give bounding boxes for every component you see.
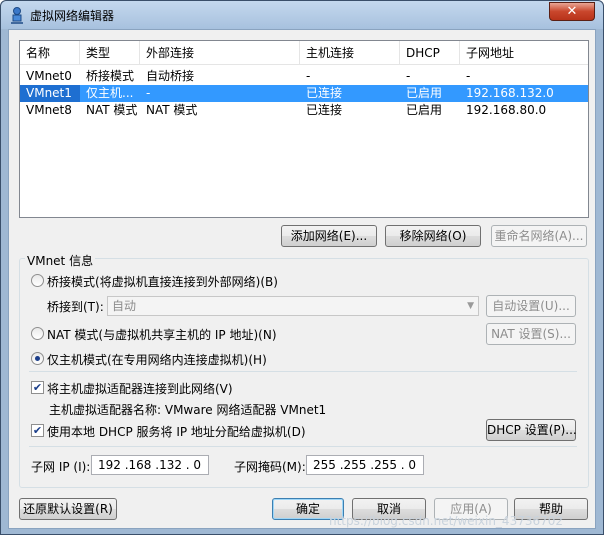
cell-dhcp: - — [406, 69, 411, 83]
restore-defaults-button[interactable]: 还原默认设置(R) — [19, 498, 117, 520]
column-header-external[interactable]: 外部连接 — [140, 41, 300, 65]
connect-adapter-label: 将主机虚拟适配器连接到此网络(V) — [47, 382, 233, 396]
bridge-mode-radio[interactable] — [31, 274, 44, 287]
column-header-subnet[interactable]: 子网地址 — [460, 41, 588, 65]
cell-subnet: - — [466, 69, 471, 83]
bridge-to-value: 自动 — [112, 299, 137, 313]
vmnet-info-label: VMnet 信息 — [25, 252, 96, 269]
column-header-type[interactable]: 类型 — [80, 41, 140, 65]
cell-name: VMnet8 — [26, 103, 72, 117]
close-button[interactable]: ✕ — [549, 2, 595, 21]
separator — [29, 446, 577, 447]
subnet-ip-input[interactable]: 192 .168 .132 . 0 — [91, 455, 209, 475]
table-row[interactable]: VMnet8 NAT 模式 NAT 模式 已连接 已启用 192.168.80.… — [20, 102, 588, 119]
cell-subnet: 192.168.132.0 — [466, 86, 554, 100]
close-icon: ✕ — [566, 4, 578, 19]
add-network-button[interactable]: 添加网络(E)... — [281, 225, 377, 247]
dhcp-settings-button[interactable]: DHCP 设置(P)... — [486, 419, 577, 441]
title-bar[interactable]: 虚拟网络编辑器 ✕ — [1, 1, 603, 29]
dialog-client-area: 名称 类型 外部连接 主机连接 DHCP 子网地址 VMnet0 桥接模式 自动… — [8, 29, 596, 529]
watermark-text: https://blog.csdn.net/weixin_43736702 — [329, 514, 564, 528]
cell-name: VMnet1 — [20, 85, 80, 102]
vmnet-info-group — [19, 258, 589, 488]
cell-type: NAT 模式 — [86, 103, 138, 117]
vmware-network-icon — [11, 7, 23, 24]
column-header-dhcp[interactable]: DHCP — [400, 41, 460, 65]
cell-type: 桥接模式 — [86, 69, 135, 83]
nat-mode-label: NAT 模式(与虚拟机共享主机的 IP 地址)(N) — [47, 328, 277, 342]
cell-subnet: 192.168.80.0 — [466, 103, 547, 117]
bridge-to-select[interactable]: 自动 ▼ — [107, 296, 479, 316]
bridge-to-label: 桥接到(T): — [47, 300, 104, 314]
cell-type: 仅主机... — [86, 86, 134, 100]
host-only-mode-label: 仅主机模式(在专用网络内连接虚拟机)(H) — [47, 353, 267, 367]
network-list[interactable]: 名称 类型 外部连接 主机连接 DHCP 子网地址 VMnet0 桥接模式 自动… — [19, 40, 589, 218]
virtual-network-editor-window: 虚拟网络编辑器 ✕ 名称 类型 外部连接 主机连接 DHCP 子网地址 VMne… — [0, 0, 604, 535]
remove-network-button[interactable]: 移除网络(O) — [385, 225, 481, 247]
subnet-mask-label: 子网掩码(M): — [234, 460, 306, 474]
cell-host: - — [306, 69, 311, 83]
chevron-down-icon: ▼ — [467, 301, 474, 311]
cell-dhcp: 已启用 — [406, 103, 443, 117]
window-title: 虚拟网络编辑器 — [30, 9, 115, 23]
column-header-name[interactable]: 名称 — [20, 41, 80, 65]
subnet-ip-label: 子网 IP (I): — [31, 460, 91, 474]
list-header: 名称 类型 外部连接 主机连接 DHCP 子网地址 — [20, 41, 588, 65]
cell-external: 自动桥接 — [146, 69, 195, 83]
connect-adapter-checkbox[interactable]: ✔ — [31, 381, 44, 394]
table-row[interactable]: VMnet0 桥接模式 自动桥接 - - - — [20, 68, 588, 85]
cell-host: 已连接 — [306, 103, 343, 117]
cell-dhcp: 已启用 — [406, 86, 443, 100]
adapter-name-text: 主机虚拟适配器名称: VMware 网络适配器 VMnet1 — [49, 403, 327, 417]
nat-settings-button[interactable]: NAT 设置(S)... — [486, 323, 576, 345]
auto-settings-button[interactable]: 自动设置(U)... — [486, 295, 576, 317]
separator — [29, 371, 577, 372]
use-dhcp-checkbox[interactable]: ✔ — [31, 424, 44, 437]
column-header-host[interactable]: 主机连接 — [300, 41, 400, 65]
cell-host: 已连接 — [306, 86, 343, 100]
rename-network-button[interactable]: 重命名网络(A)... — [491, 225, 587, 247]
bridge-mode-label: 桥接模式(将虚拟机直接连接到外部网络)(B) — [47, 275, 278, 289]
use-dhcp-label: 使用本地 DHCP 服务将 IP 地址分配给虚拟机(D) — [47, 425, 306, 439]
subnet-mask-input[interactable]: 255 .255 .255 . 0 — [306, 455, 424, 475]
nat-mode-radio[interactable] — [31, 327, 44, 340]
cell-external: NAT 模式 — [146, 103, 198, 117]
cell-name: VMnet0 — [26, 69, 72, 83]
table-row-selected[interactable]: VMnet1 仅主机... - 已连接 已启用 192.168.132.0 — [20, 85, 588, 102]
cell-external: - — [146, 86, 151, 100]
host-only-mode-radio[interactable] — [31, 352, 44, 365]
